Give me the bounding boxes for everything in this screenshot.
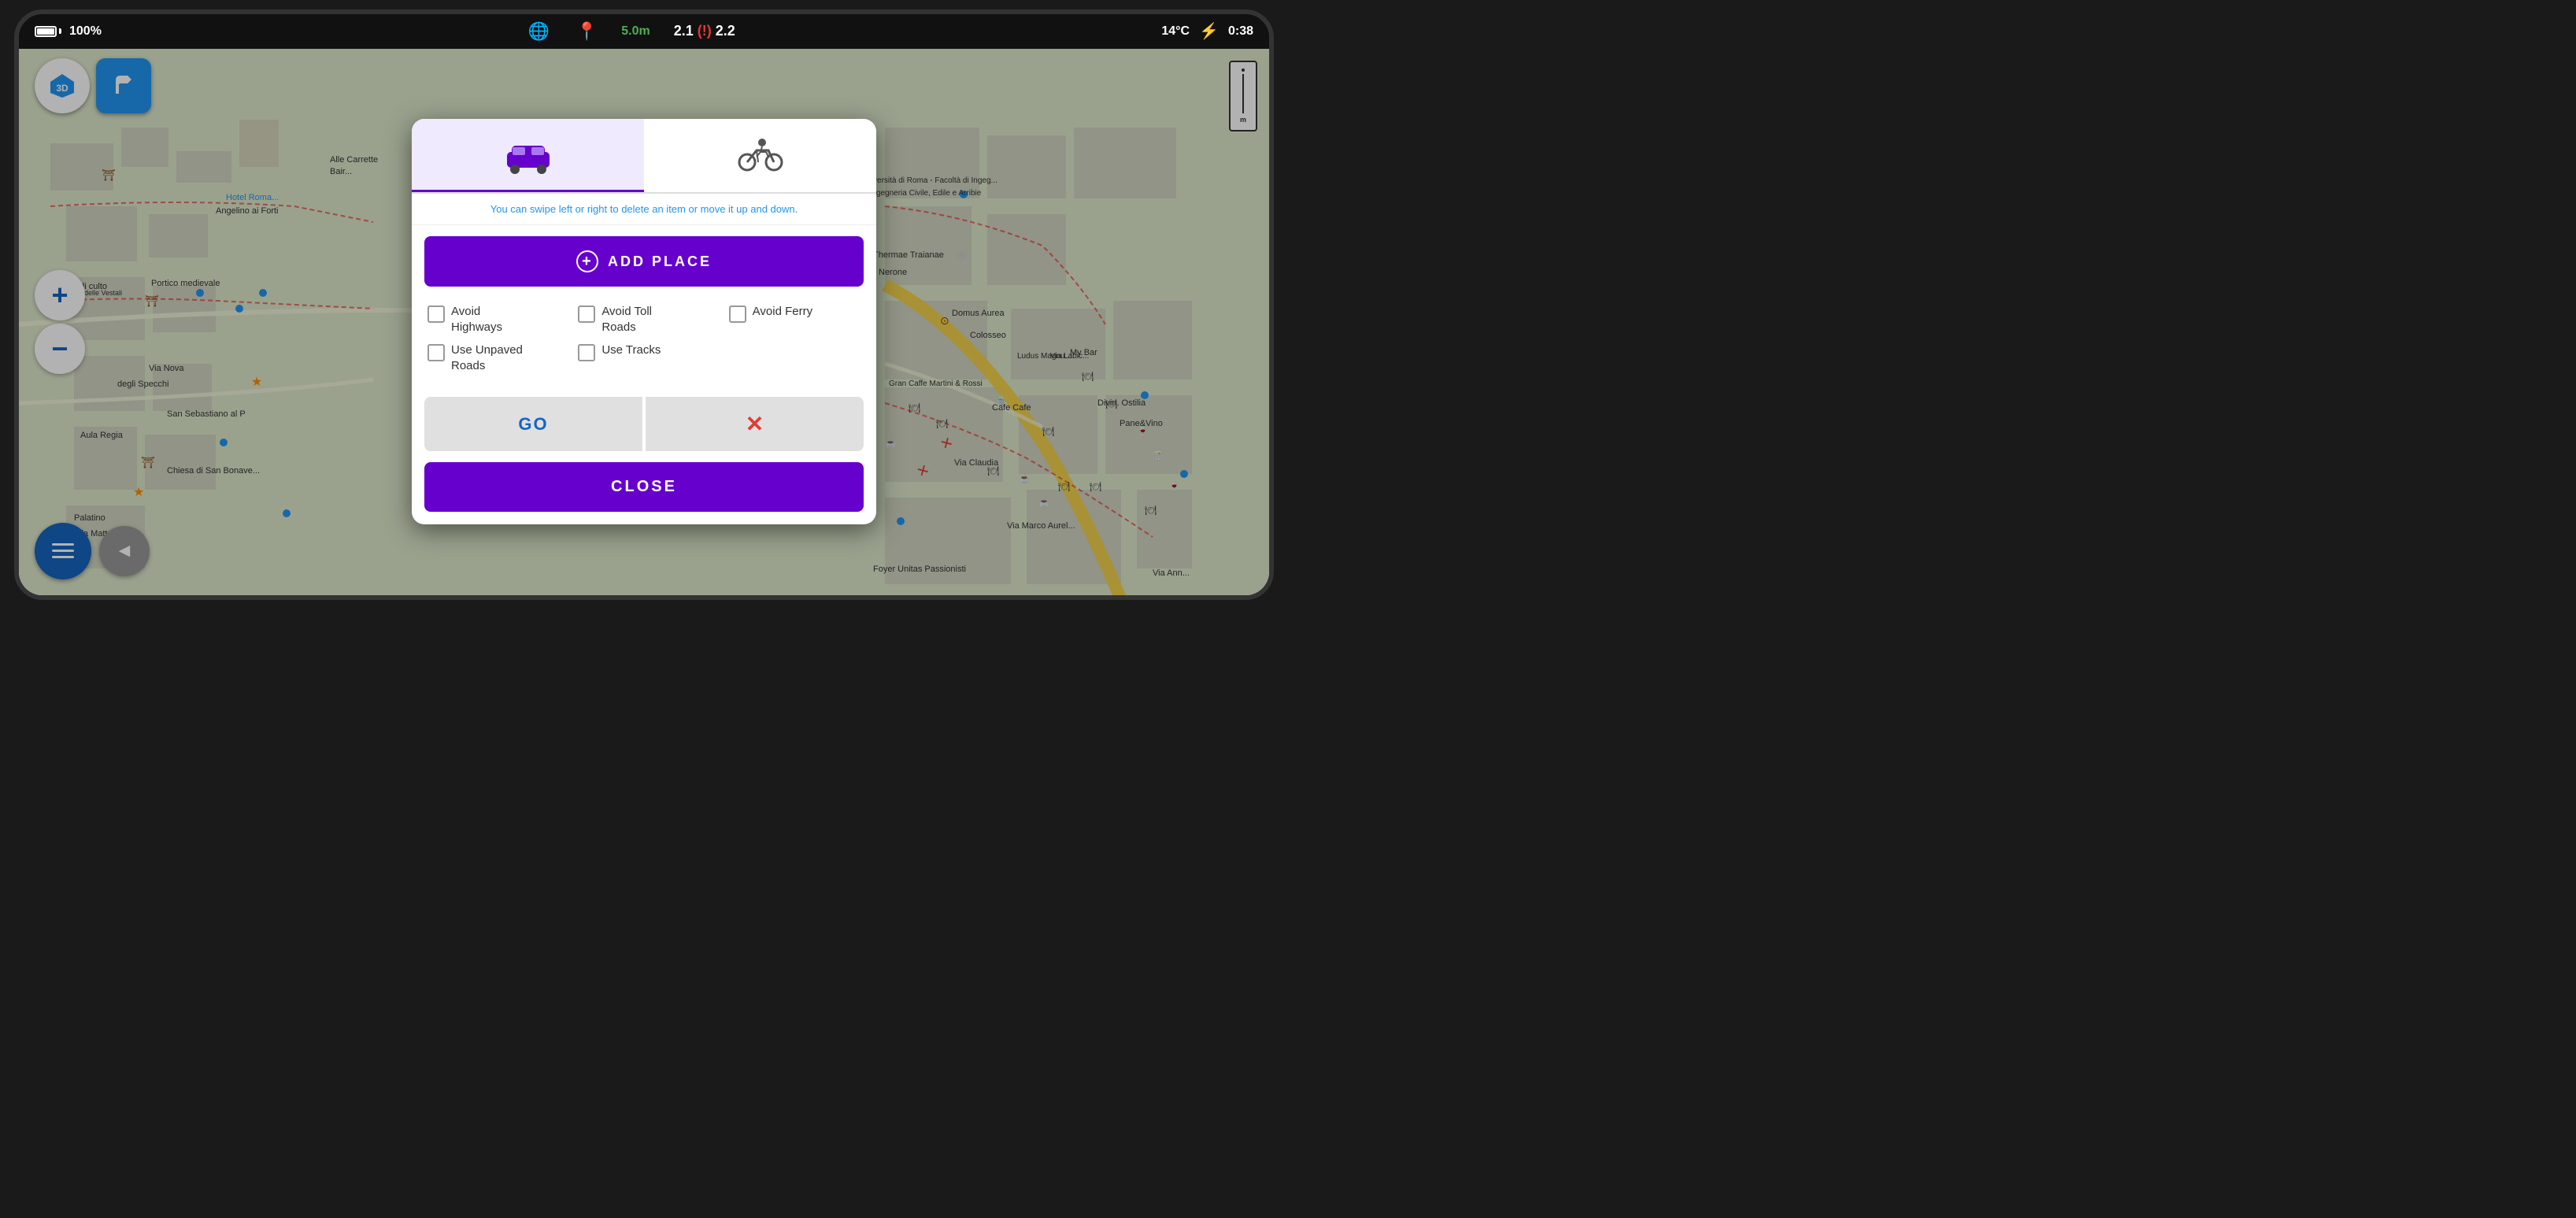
options-row-2: Use Unpaved Roads Use Tracks [427, 342, 861, 373]
status-center: 🌐 📍 5.0m 2.1 (!) 2.2 [527, 21, 735, 42]
use-tracks-label: Use Tracks [601, 342, 661, 358]
use-unpaved-roads-label: Use Unpaved Roads [451, 342, 559, 373]
cancel-x-icon: ✕ [746, 411, 764, 437]
battery-icon [35, 26, 61, 37]
status-bar: 100% 🌐 📍 5.0m 2.1 (!) 2.2 14°C ⚡ 0:38 [19, 14, 1269, 49]
avoid-toll-roads-label: Avoid TollRoads [601, 304, 652, 335]
avoid-highways-option: AvoidHighways [427, 304, 559, 335]
avoid-toll-roads-checkbox[interactable] [578, 305, 595, 323]
car-icon [501, 135, 556, 174]
add-place-label: ADD PLACE [608, 254, 712, 270]
temperature-display: 14°C [1161, 24, 1190, 39]
status-left: 100% [35, 24, 102, 39]
location-pin-icon: 📍 [576, 21, 598, 42]
avoid-highways-label: AvoidHighways [451, 304, 502, 335]
location-accuracy: 5.0m [621, 24, 650, 39]
use-unpaved-roads-option: Use Unpaved Roads [427, 342, 559, 373]
action-buttons: GO ✕ [424, 397, 864, 451]
avoid-ferry-option: Avoid Ferry [729, 304, 861, 323]
options-section: AvoidHighways Avoid TollRoads Avoid Ferr… [412, 298, 876, 391]
avoid-ferry-checkbox[interactable] [729, 305, 746, 323]
car-tab[interactable] [412, 119, 644, 192]
add-place-button[interactable]: + ADD PLACE [424, 236, 864, 287]
add-place-icon: + [576, 250, 598, 272]
status-right: 14°C ⚡ 0:38 [1161, 21, 1253, 41]
swipe-hint: You can swipe left or right to delete an… [412, 194, 876, 225]
phone-frame: 100% 🌐 📍 5.0m 2.1 (!) 2.2 14°C ⚡ 0:38 [14, 9, 1274, 600]
options-row-1: AvoidHighways Avoid TollRoads Avoid Ferr… [427, 304, 861, 335]
battery-percent: 100% [69, 24, 102, 39]
go-button[interactable]: GO [424, 397, 642, 451]
time-display: 0:38 [1228, 24, 1253, 39]
bike-tab[interactable] [644, 119, 876, 192]
modal-overlay: You can swipe left or right to delete an… [19, 49, 1269, 595]
avoid-ferry-label: Avoid Ferry [753, 304, 812, 320]
speed-display: 2.1 (!) 2.2 [674, 23, 735, 39]
transport-tabs [412, 119, 876, 194]
use-tracks-option: Use Tracks [578, 342, 709, 361]
map-area: ★ ★ ✕ ✕ ⛩ ⛩ ⛩ ⊙ 🍽 🍵 🍽 🍽 🍽 🍷 ☕ 🍽 🍸 🍽 [19, 49, 1269, 595]
route-planner-modal: You can swipe left or right to delete an… [412, 119, 876, 524]
bike-icon [733, 135, 788, 174]
avoid-highways-checkbox[interactable] [427, 305, 445, 323]
avoid-toll-roads-option: Avoid TollRoads [578, 304, 709, 335]
close-button[interactable]: CLOSE [424, 462, 864, 512]
cancel-button[interactable]: ✕ [646, 397, 864, 451]
bluetooth-icon: ⚡ [1199, 21, 1219, 41]
use-tracks-checkbox[interactable] [578, 344, 595, 361]
use-unpaved-roads-checkbox[interactable] [427, 344, 445, 361]
globe-icon: 🌐 [527, 21, 549, 42]
